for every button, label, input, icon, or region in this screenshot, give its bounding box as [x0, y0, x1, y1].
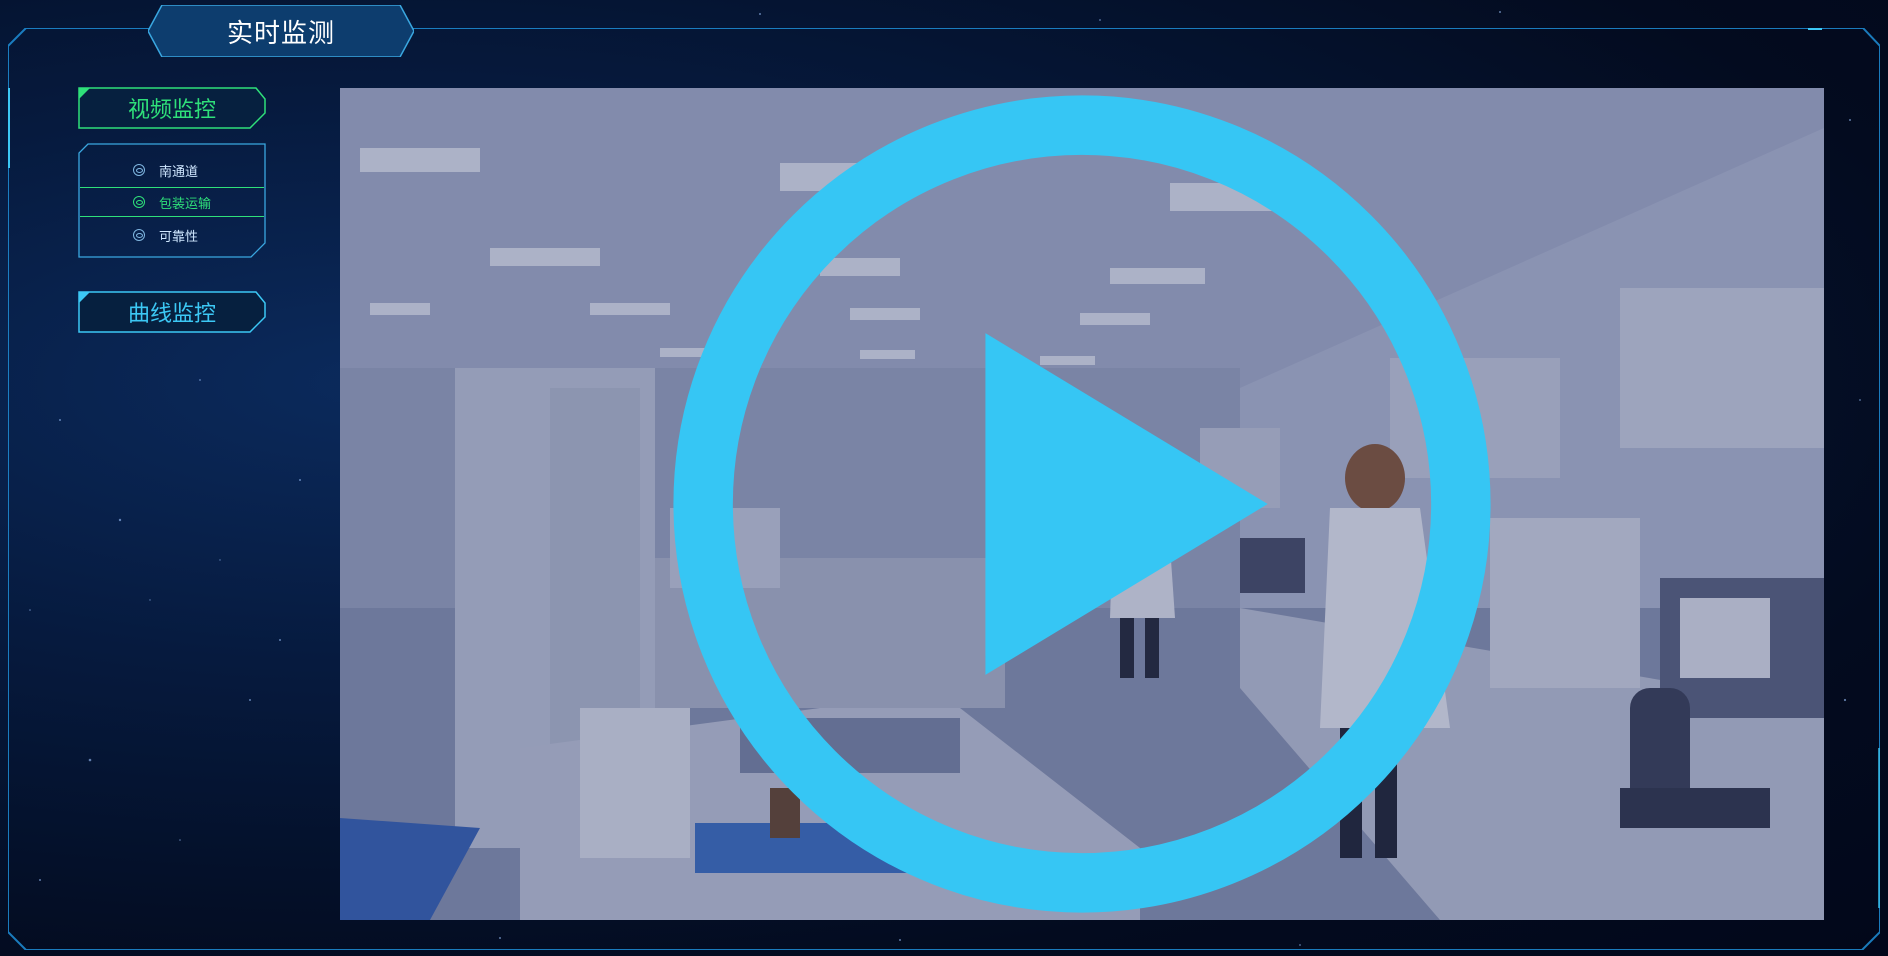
circle-target-icon: [133, 229, 145, 241]
page-title: 实时监测: [226, 18, 335, 49]
video-sublist: 南通道 包装运输 可靠性: [78, 143, 266, 258]
curve-monitor-nav[interactable]: 曲线监控: [78, 291, 266, 333]
sublist-item-label: 可靠性: [159, 229, 199, 245]
video-monitor-label: 视频监控: [127, 98, 216, 123]
sublist-item-kekaoxing[interactable]: 可靠性: [80, 220, 264, 250]
sublist-item-baozhuang[interactable]: 包装运输: [80, 187, 264, 217]
video-monitor-nav[interactable]: 视频监控: [78, 87, 266, 129]
sublist-item-nantongdao[interactable]: 南通道: [80, 155, 264, 185]
circle-target-icon: [133, 196, 145, 208]
sublist-item-label: 南通道: [159, 164, 199, 180]
video-player[interactable]: [340, 88, 1824, 920]
sublist-item-label: 包装运输: [159, 196, 212, 212]
curve-monitor-label: 曲线监控: [127, 302, 216, 327]
circle-target-icon: [133, 164, 145, 176]
page-title-tab: 实时监测: [148, 5, 414, 57]
play-icon[interactable]: [340, 88, 1824, 920]
